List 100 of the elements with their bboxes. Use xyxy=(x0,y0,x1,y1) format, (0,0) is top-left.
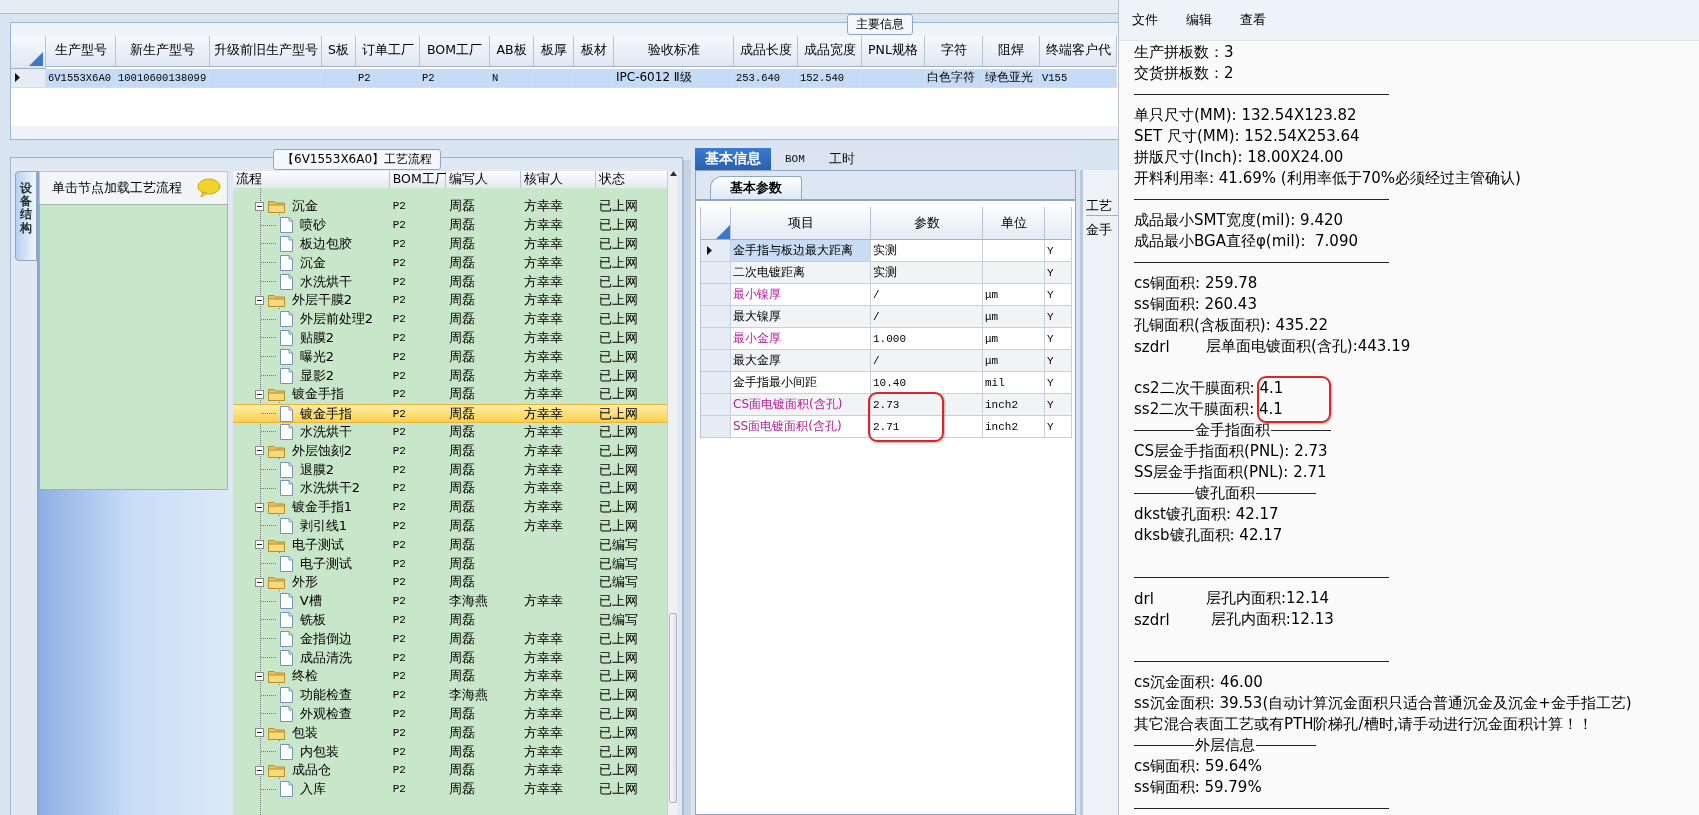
tree-row[interactable]: 退膜2 P2 周磊 方幸幸 已上网 xyxy=(232,460,668,479)
tree-row[interactable]: 外层干膜2 P2 周磊 方幸幸 已上网 xyxy=(232,291,668,310)
table-cell xyxy=(574,68,614,88)
row-header-cell[interactable] xyxy=(701,416,731,438)
tree-node-label[interactable]: 水洗烘干2 xyxy=(296,479,360,498)
row-header-cell[interactable] xyxy=(701,262,731,284)
row-header-cell[interactable] xyxy=(701,306,731,328)
tree-row[interactable]: 包装 P2 周磊 方幸幸 已上网 xyxy=(232,723,668,743)
tree-row[interactable]: 镀金手指 P2 周磊 方幸幸 已上网 xyxy=(232,384,668,404)
tree-row[interactable]: 沉金 P2 周磊 方幸幸 已上网 xyxy=(232,253,668,273)
tree-node-label[interactable]: 水洗烘干 xyxy=(296,272,352,291)
tree-node-label[interactable]: 退膜2 xyxy=(296,460,334,479)
collapse-icon[interactable] xyxy=(254,728,264,738)
tree-row[interactable]: 铣板 P2 周磊 已编写 xyxy=(232,610,668,630)
tree-node-label[interactable]: 功能检查 xyxy=(296,686,352,705)
tree-node-label[interactable]: 显影2 xyxy=(296,366,334,385)
table-cell-text: P2 xyxy=(391,387,407,403)
tree-row[interactable]: 外形 P2 周磊 已编写 xyxy=(232,572,668,592)
row-header-cell[interactable] xyxy=(701,350,731,372)
tree-row[interactable]: 板边包胶 P2 周磊 方幸幸 已上网 xyxy=(232,234,668,254)
tree-row[interactable]: 终检 P2 周磊 方幸幸 已上网 xyxy=(232,666,668,686)
tree-node-label[interactable]: 内包装 xyxy=(296,742,339,761)
tree-row[interactable]: 外层蚀刻2 P2 周磊 方幸幸 已上网 xyxy=(232,441,668,461)
tree-row[interactable]: 喷砂 P2 周磊 方幸幸 已上网 xyxy=(232,215,668,235)
tree-row[interactable]: 沉金 P2 周磊 方幸幸 已上网 xyxy=(232,197,668,216)
tree-node-label[interactable]: 沉金 xyxy=(296,253,326,272)
collapse-icon[interactable] xyxy=(254,295,264,305)
tree-node-label[interactable]: 喷砂 xyxy=(296,216,326,235)
tree-node-label[interactable]: 外层前处理2 xyxy=(296,310,373,329)
table-cell: 最大金厚 xyxy=(731,350,871,372)
tree-row[interactable]: 金指倒边 P2 周磊 方幸幸 已上网 xyxy=(232,629,668,649)
tree-node-label[interactable]: 电子测试 xyxy=(288,535,344,554)
menu-item[interactable]: 文件 xyxy=(1132,11,1158,29)
tree-row[interactable]: V槽 P2 李海燕 方幸幸 已上网 xyxy=(232,591,668,611)
tree-row[interactable]: 成品仓 P2 周磊 方幸幸 已上网 xyxy=(232,760,668,780)
collapse-icon[interactable] xyxy=(254,446,264,456)
collapse-icon[interactable] xyxy=(254,540,264,550)
collapse-icon[interactable] xyxy=(254,671,264,681)
tree-row[interactable]: 成品清洗 P2 周磊 方幸幸 已上网 xyxy=(232,648,668,667)
tree-row[interactable]: 电子测试 P2 周磊 已编写 xyxy=(232,554,668,573)
tree-node-label[interactable]: V槽 xyxy=(296,592,322,611)
collapse-icon[interactable] xyxy=(254,502,264,512)
tree-row[interactable]: 镀金手指 P2 周磊 方幸幸 已上网 xyxy=(232,403,668,423)
tree-node-label[interactable]: 贴膜2 xyxy=(296,328,334,347)
collapse-icon[interactable] xyxy=(254,577,264,587)
tree-row[interactable]: 贴膜2 P2 周磊 方幸幸 已上网 xyxy=(232,328,668,348)
tree-node-label[interactable]: 外观检查 xyxy=(296,704,352,723)
scrollbar[interactable] xyxy=(667,171,678,815)
tree-node-label[interactable]: 剥引线1 xyxy=(296,516,347,535)
row-header-cell[interactable] xyxy=(701,284,731,306)
tab[interactable]: BOM xyxy=(775,148,815,170)
tree-node-label[interactable]: 外形 xyxy=(288,573,318,592)
tree-row[interactable]: 水洗烘干 P2 周磊 方幸幸 已上网 xyxy=(232,422,668,442)
menu-item[interactable]: 查看 xyxy=(1240,11,1266,29)
tree-node-label[interactable]: 镀金手指 xyxy=(288,385,344,404)
table-cell-text: 周磊 xyxy=(447,385,476,404)
tree-row[interactable]: 内包装 P2 周磊 方幸幸 已上网 xyxy=(232,742,668,761)
tree-node-label[interactable]: 金指倒边 xyxy=(296,629,352,648)
tree-node-label[interactable]: 入库 xyxy=(296,780,326,799)
tree-row[interactable]: 水洗烘干 P2 周磊 方幸幸 已上网 xyxy=(232,272,668,291)
document-icon xyxy=(279,611,293,628)
collapse-icon[interactable] xyxy=(254,389,264,399)
tree-row[interactable]: 电子测试 P2 周磊 已编写 xyxy=(232,535,668,555)
side-tab[interactable]: 设备结构 xyxy=(15,171,37,261)
tree-row[interactable]: 镀金手指1 P2 周磊 方幸幸 已上网 xyxy=(232,497,668,517)
tree-node-label[interactable]: 曝光2 xyxy=(296,347,334,366)
tree-row[interactable]: 显影2 P2 周磊 方幸幸 已上网 xyxy=(232,366,668,385)
row-header-cell[interactable] xyxy=(701,372,731,394)
tree-node-label[interactable]: 板边包胶 xyxy=(296,235,352,253)
tab[interactable]: 工时 xyxy=(818,148,865,170)
tree-node-label[interactable]: 终检 xyxy=(288,667,318,686)
row-header-cell[interactable] xyxy=(701,240,731,262)
tree-node-label[interactable]: 成品仓 xyxy=(288,761,331,780)
tree-node-label[interactable]: 沉金 xyxy=(288,197,318,216)
tree-row[interactable]: 外层前处理2 P2 周磊 方幸幸 已上网 xyxy=(232,309,668,329)
collapse-icon[interactable] xyxy=(254,201,264,211)
tree-node-label[interactable]: 成品清洗 xyxy=(296,648,352,667)
tree-node-label[interactable]: 电子测试 xyxy=(296,554,352,573)
tree-node-label[interactable]: 外层蚀刻2 xyxy=(288,441,352,460)
tree-row[interactable]: 入库 P2 周磊 方幸幸 已上网 xyxy=(232,779,668,799)
tree-node-label[interactable]: 镀金手指1 xyxy=(288,498,352,517)
tree-row[interactable]: 水洗烘干2 P2 周磊 方幸幸 已上网 xyxy=(232,478,668,498)
tree-row[interactable]: 剥引线1 P2 周磊 方幸幸 已上网 xyxy=(232,516,668,536)
tree-node-label[interactable]: 镀金手指 xyxy=(296,404,352,423)
tree-row[interactable]: 曝光2 P2 周磊 方幸幸 已上网 xyxy=(232,347,668,367)
tree-row[interactable]: 功能检查 P2 李海燕 方幸幸 已上网 xyxy=(232,685,668,705)
tab[interactable]: 基本参数 xyxy=(710,176,802,199)
tree-node-label[interactable]: 外层干膜2 xyxy=(288,291,352,310)
scroll-thumb[interactable] xyxy=(669,613,678,803)
tree-node-label[interactable]: 包装 xyxy=(288,723,318,742)
tree-row[interactable]: 外观检查 P2 周磊 方幸幸 已上网 xyxy=(232,704,668,724)
tab[interactable]: 基本信息 xyxy=(695,148,771,170)
row-header-cell[interactable] xyxy=(701,394,731,416)
tree-node-label[interactable]: 水洗烘干 xyxy=(296,422,352,441)
menu-item[interactable]: 编辑 xyxy=(1186,11,1212,29)
table-cell-text: 方幸幸 xyxy=(522,310,564,329)
tree-node-label[interactable]: 铣板 xyxy=(296,610,326,629)
row-header-cell[interactable] xyxy=(701,328,731,350)
table-cell-text: P2 xyxy=(391,669,407,685)
collapse-icon[interactable] xyxy=(254,765,264,775)
